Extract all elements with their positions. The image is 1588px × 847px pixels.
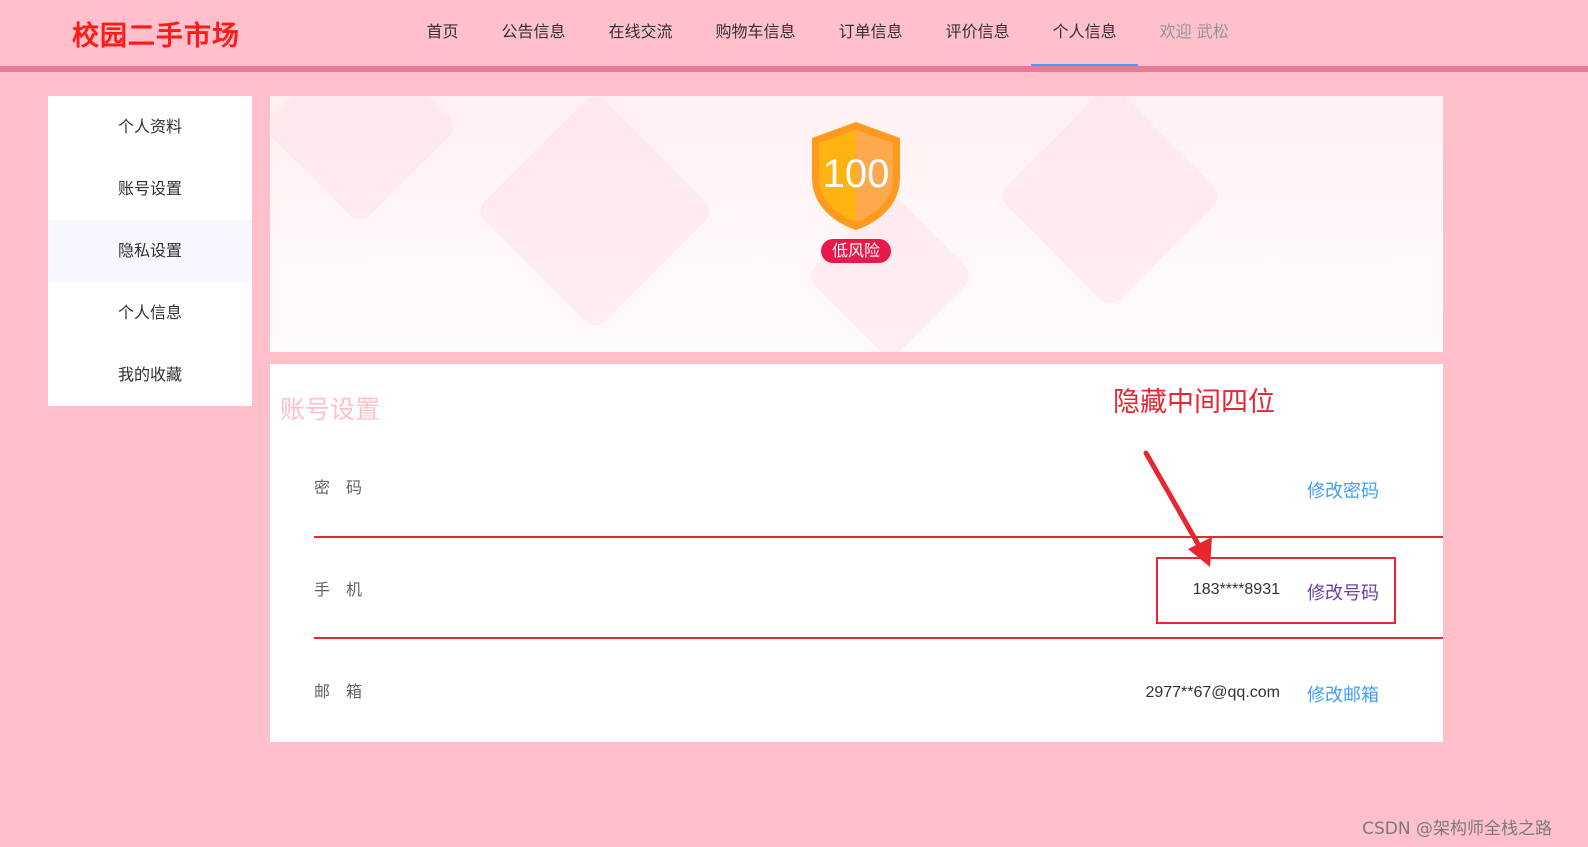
security-score: 100 (822, 152, 890, 196)
annotation-label: 隐藏中间四位 (1113, 387, 1275, 418)
row-divider (314, 637, 1443, 639)
sidebar-item-personal-info[interactable]: 个人信息 (48, 282, 252, 344)
sidebar-item-privacy-settings[interactable]: 隐私设置 (48, 220, 252, 282)
nav-orders[interactable]: 订单信息 (817, 0, 924, 66)
nav-announcements[interactable]: 公告信息 (480, 0, 587, 66)
nav-home[interactable]: 首页 (405, 0, 480, 66)
section-title: 账号设置 (280, 395, 381, 424)
password-label: 密 码 (314, 478, 363, 497)
profile-sidebar-menu: 个人资料 账号设置 隐私设置 个人信息 我的收藏 (48, 96, 252, 406)
nav-online-chat[interactable]: 在线交流 (587, 0, 694, 66)
nav-reviews[interactable]: 评价信息 (924, 0, 1031, 66)
site-logo[interactable]: 校园二手市场 (72, 14, 240, 53)
welcome-user: 欢迎 武松 (1159, 22, 1229, 41)
phone-label: 手 机 (314, 580, 363, 599)
email-value: 2977**67@qq.com (1145, 684, 1280, 701)
row-divider (314, 536, 1443, 538)
sidebar-item-profile[interactable]: 个人资料 (48, 96, 252, 158)
main-nav: 首页 公告信息 在线交流 购物车信息 订单信息 评价信息 个人信息 欢迎 武松 (405, 0, 1250, 66)
background-decoration (270, 96, 459, 225)
change-email-link[interactable]: 修改邮箱 (1307, 681, 1379, 707)
top-header: 校园二手市场 首页 公告信息 在线交流 购物车信息 订单信息 评价信息 个人信息… (0, 0, 1588, 72)
watermark: CSDN @架构师全栈之路 (1362, 819, 1552, 839)
change-password-link[interactable]: 修改密码 (1307, 477, 1379, 503)
background-decoration (996, 96, 1224, 310)
risk-level-badge: 低风险 (821, 239, 891, 263)
account-settings-panel: 账号设置 密 码 修改密码 手 机 183****8931 修改号码 邮 箱 2… (270, 364, 1443, 742)
sidebar-item-account-settings[interactable]: 账号设置 (48, 158, 252, 220)
nav-cart[interactable]: 购物车信息 (694, 0, 817, 66)
sidebar-item-favorites[interactable]: 我的收藏 (48, 344, 252, 406)
nav-profile[interactable]: 个人信息 (1031, 0, 1139, 66)
email-label: 邮 箱 (314, 682, 363, 701)
annotation-arrow-icon (1143, 450, 1212, 567)
background-decoration (474, 96, 716, 332)
security-score-panel: 100 低风险 (270, 96, 1443, 352)
